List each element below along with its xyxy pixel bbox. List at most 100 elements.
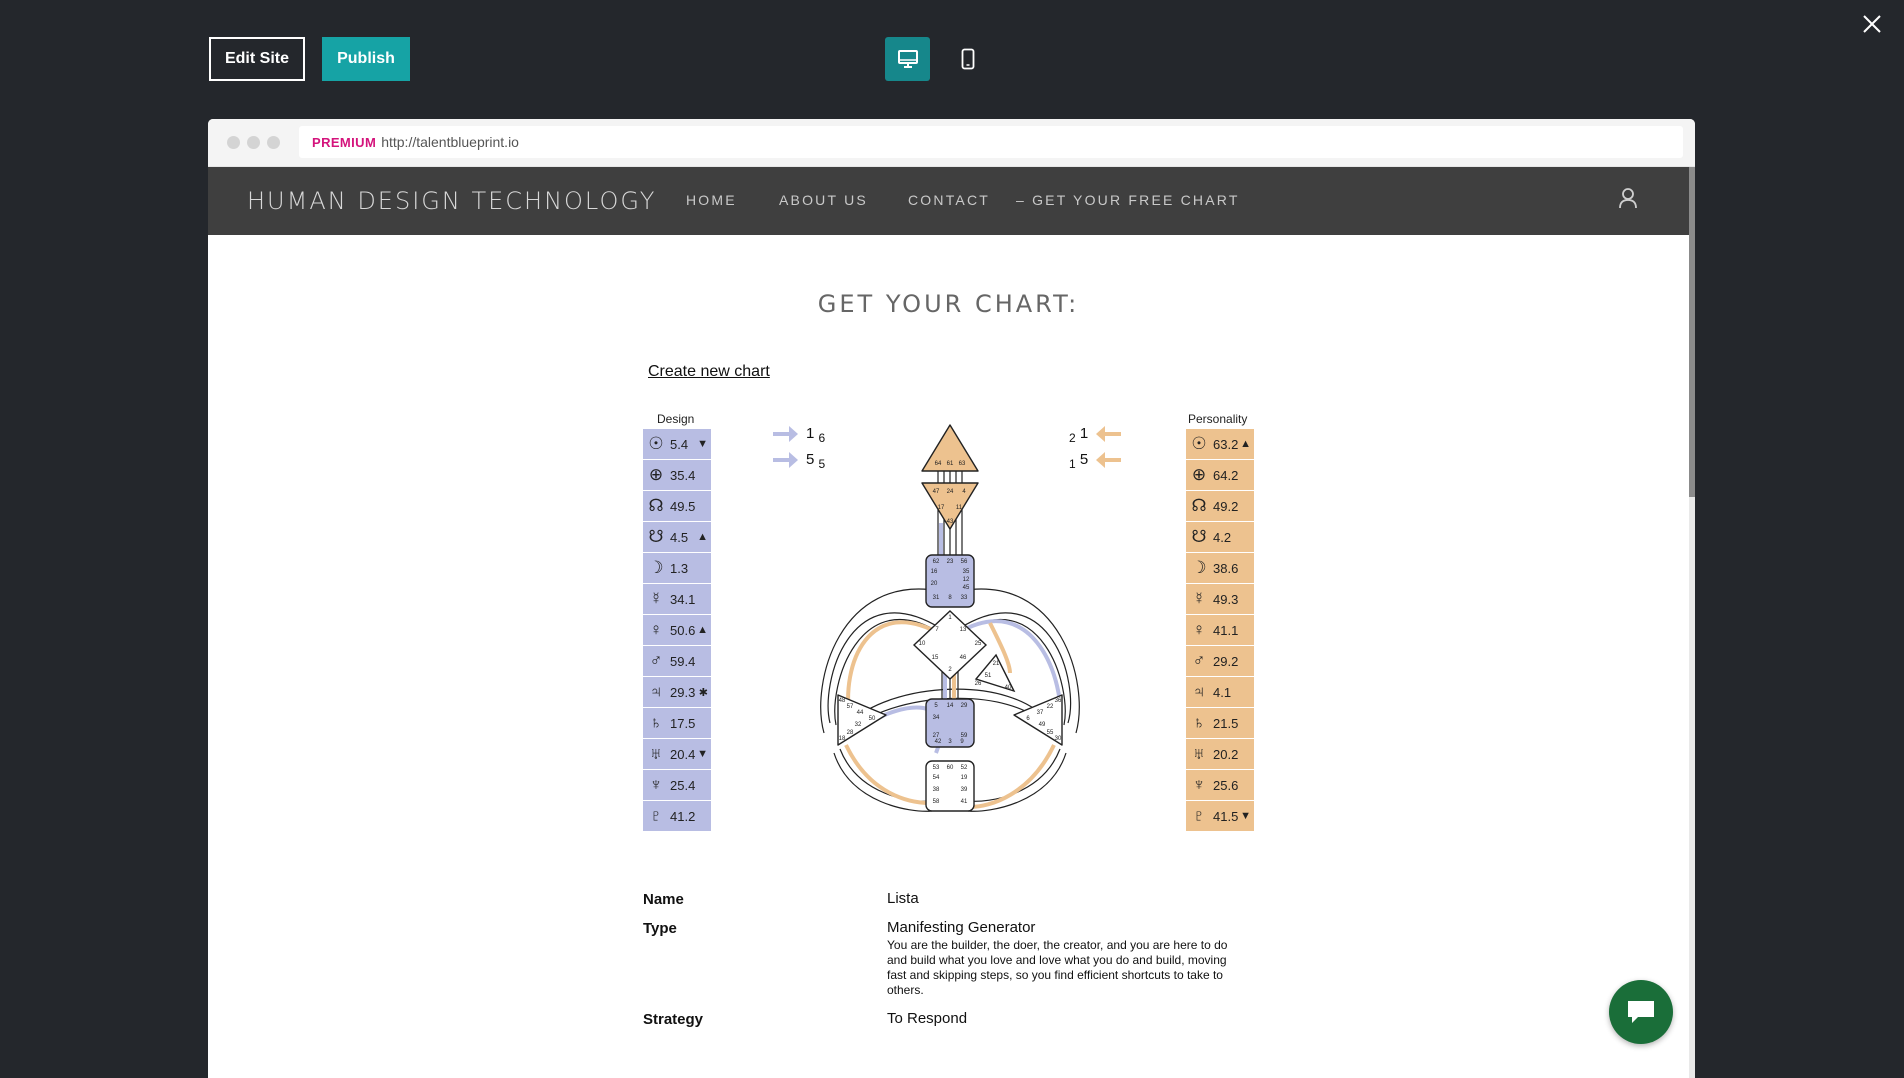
gate-label: 10 xyxy=(919,641,926,647)
personality-row-sun: ☉ 63.2 ▲ xyxy=(1186,429,1254,460)
venus-icon: ♀ xyxy=(649,620,663,639)
design-row-south-node: ☋ 4.5 ▲ xyxy=(643,522,711,553)
gate-label: 51 xyxy=(985,673,992,679)
close-icon xyxy=(1863,15,1881,33)
strategy-value: To Respond xyxy=(887,1010,968,1027)
type-label: Type xyxy=(643,920,677,937)
personality-row-mars: ♂ 29.2 xyxy=(1186,646,1254,677)
gate-label: 24 xyxy=(947,489,954,495)
gate-label: 43 xyxy=(947,519,954,525)
design-label: Design xyxy=(657,412,695,426)
mobile-view-button[interactable] xyxy=(945,37,990,81)
nav-home[interactable]: HOME xyxy=(686,192,737,208)
gate-value: 25.6 xyxy=(1213,777,1239,793)
gate-label: 58 xyxy=(933,799,940,805)
gate-label: 20 xyxy=(931,581,938,587)
close-preview-button[interactable] xyxy=(1858,10,1886,38)
saturn-icon: ♄ xyxy=(1192,713,1206,732)
gate-label: 33 xyxy=(961,595,968,601)
type-description: You are the builder, the doer, the creat… xyxy=(887,938,1228,997)
gate-value: 5.4 xyxy=(670,436,689,452)
nav-about-us[interactable]: ABOUT US xyxy=(779,192,868,208)
edit-site-button[interactable]: Edit Site xyxy=(209,37,305,81)
strategy-label: Strategy xyxy=(643,1011,704,1028)
browser-frame: PREMIUM http://talentblueprint.io HUMAN … xyxy=(208,119,1695,1078)
personality-row-mercury: ☿ 49.3 xyxy=(1186,584,1254,615)
gate-label: 41 xyxy=(961,799,968,805)
personality-row-uranus: ♅ 20.2 xyxy=(1186,739,1254,770)
gate-value: 41.5 xyxy=(1213,808,1239,824)
earth-icon: ⊕ xyxy=(648,465,664,484)
gate-label: 56 xyxy=(961,559,968,565)
nav-get-free-chart[interactable]: – GET YOUR FREE CHART xyxy=(1016,192,1240,208)
gate-value: 41.2 xyxy=(670,808,696,824)
gate-label: 21 xyxy=(993,661,1000,667)
user-icon[interactable] xyxy=(1618,187,1638,209)
gate-label: 29 xyxy=(961,703,968,709)
scrollbar-thumb[interactable] xyxy=(1689,167,1695,497)
north-node-icon: ☊ xyxy=(648,496,664,515)
gate-value: 25.4 xyxy=(670,777,696,793)
gate-value: 64.2 xyxy=(1213,467,1239,483)
sun-icon: ☉ xyxy=(648,434,664,453)
fixing-mark: ▲ xyxy=(1240,438,1251,450)
chat-icon xyxy=(1628,1001,1654,1023)
personality-row-jupiter: ♃ 4.1 xyxy=(1186,677,1254,708)
site-viewport: HUMAN DESIGN TECHNOLOGY HOME ABOUT US CO… xyxy=(208,167,1689,1078)
gate-value: 20.2 xyxy=(1213,746,1239,762)
site-brand[interactable]: HUMAN DESIGN TECHNOLOGY xyxy=(247,187,656,215)
gate-label: 60 xyxy=(947,765,954,771)
gate-value: 35.4 xyxy=(670,467,696,483)
fixing-mark: ▲ xyxy=(697,624,708,636)
design-row-earth: ⊕ 35.4 xyxy=(643,460,711,491)
gate-label: 45 xyxy=(963,585,970,591)
name-value: Lista xyxy=(887,890,919,907)
gate-label: 50 xyxy=(869,716,876,722)
mars-icon: ♂ xyxy=(1192,651,1206,670)
neptune-icon: ♆ xyxy=(649,775,663,794)
design-row-jupiter: ♃ 29.3 ✱ xyxy=(643,677,711,708)
type-value: Manifesting Generator xyxy=(887,919,1036,936)
desktop-icon xyxy=(897,50,918,68)
gate-value: 17.5 xyxy=(670,715,696,731)
gate-label: 53 xyxy=(933,765,940,771)
fixing-mark: ✱ xyxy=(698,686,708,699)
pluto-icon: ♇ xyxy=(649,806,663,825)
gate-label: 16 xyxy=(931,569,938,575)
nav-contact[interactable]: CONTACT xyxy=(908,192,990,208)
gate-label: 25 xyxy=(975,641,982,647)
personality-label: Personality xyxy=(1188,412,1248,426)
pluto-icon: ♇ xyxy=(1192,806,1206,825)
create-new-chart-link[interactable]: Create new chart xyxy=(648,363,770,381)
design-row-sun: ☉ 5.4 ▼ xyxy=(643,429,711,460)
gate-label: 42 xyxy=(935,739,942,745)
personality-arrows xyxy=(1096,426,1121,468)
publish-button[interactable]: Publish xyxy=(322,37,410,81)
design-row-pluto: ♇ 41.2 xyxy=(643,801,711,832)
gate-label: 18 xyxy=(839,736,846,742)
gate-label: 12 xyxy=(963,577,970,583)
mobile-icon xyxy=(961,48,974,70)
gate-label: 55 xyxy=(1047,730,1054,736)
gate-value: 4.1 xyxy=(1213,684,1232,700)
desktop-view-button[interactable] xyxy=(885,37,930,81)
site-header: HUMAN DESIGN TECHNOLOGY HOME ABOUT US CO… xyxy=(208,167,1689,235)
gate-label: 11 xyxy=(956,505,963,511)
chat-button[interactable] xyxy=(1609,980,1673,1044)
design-row-neptune: ♆ 25.4 xyxy=(643,770,711,801)
gate-label: 35 xyxy=(963,569,970,575)
gate-value: 34.1 xyxy=(670,591,696,607)
window-dot xyxy=(267,136,280,149)
moon-icon: ☽ xyxy=(1191,558,1207,577)
gate-label: 40 xyxy=(1005,685,1012,691)
venus-icon: ♀ xyxy=(1192,620,1206,639)
gate-value: 38.6 xyxy=(1213,560,1239,576)
sun-icon: ☉ xyxy=(1191,434,1207,453)
gate-label: 44 xyxy=(857,710,864,716)
gate-label: 52 xyxy=(961,765,968,771)
gate-label: 28 xyxy=(847,730,854,736)
gate-value: 21.5 xyxy=(1213,715,1239,731)
personality-row-north-node: ☊ 49.2 xyxy=(1186,491,1254,522)
gate-label: 63 xyxy=(959,461,966,467)
gate-value: 4.2 xyxy=(1213,529,1232,545)
